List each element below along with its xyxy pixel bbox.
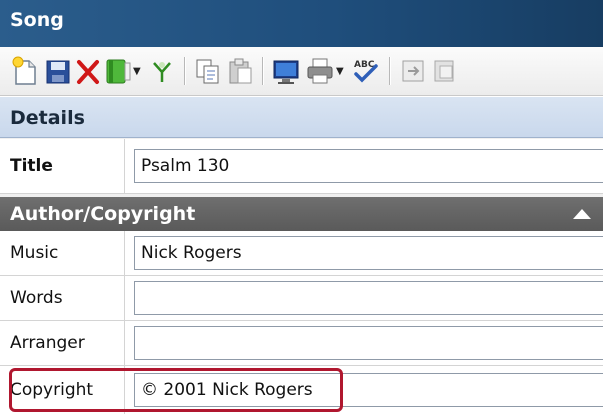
print-icon[interactable] — [305, 56, 335, 86]
spellcheck-icon[interactable]: ABC — [350, 56, 382, 86]
new-document-icon[interactable] — [12, 56, 38, 86]
title-row: Title Psalm 130 — [0, 139, 603, 194]
music-field[interactable]: Nick Rogers — [134, 236, 603, 270]
window-title: Song — [0, 0, 603, 47]
print-dropdown-icon[interactable]: ▼ — [336, 66, 344, 77]
arranger-field[interactable] — [134, 326, 603, 360]
words-label: Words — [10, 288, 63, 308]
toolbar-separator — [389, 57, 391, 85]
toolbar-separator — [184, 57, 186, 85]
export-icon[interactable] — [400, 56, 428, 86]
delete-icon[interactable] — [75, 56, 101, 86]
details-section-header[interactable]: Details — [0, 96, 603, 138]
words-row: Words — [0, 276, 603, 321]
collapse-arrow-icon[interactable] — [573, 209, 591, 219]
add-book-icon[interactable] — [104, 56, 132, 86]
music-label: Music — [10, 243, 59, 263]
title-label: Title — [10, 156, 53, 176]
filter-icon[interactable] — [150, 56, 174, 86]
arranger-label: Arranger — [10, 333, 85, 353]
present-icon[interactable] — [272, 56, 300, 86]
save-icon[interactable] — [45, 56, 71, 86]
title-field[interactable]: Psalm 130 — [134, 149, 603, 183]
author-copyright-header-label: Author/Copyright — [10, 203, 196, 225]
author-copyright-section-header[interactable]: Author/Copyright — [0, 197, 603, 231]
words-field[interactable] — [134, 281, 603, 315]
copyright-highlight-box — [9, 368, 343, 412]
paste-icon[interactable] — [227, 56, 255, 86]
copy-icon[interactable] — [194, 56, 222, 86]
add-book-dropdown-icon[interactable]: ▼ — [133, 66, 141, 77]
import-icon[interactable] — [432, 56, 460, 86]
toolbar-separator — [262, 57, 264, 85]
music-row: Music Nick Rogers — [0, 231, 603, 276]
arranger-row: Arranger — [0, 321, 603, 366]
toolbar: ▼ ▼ ABC — [0, 47, 603, 96]
